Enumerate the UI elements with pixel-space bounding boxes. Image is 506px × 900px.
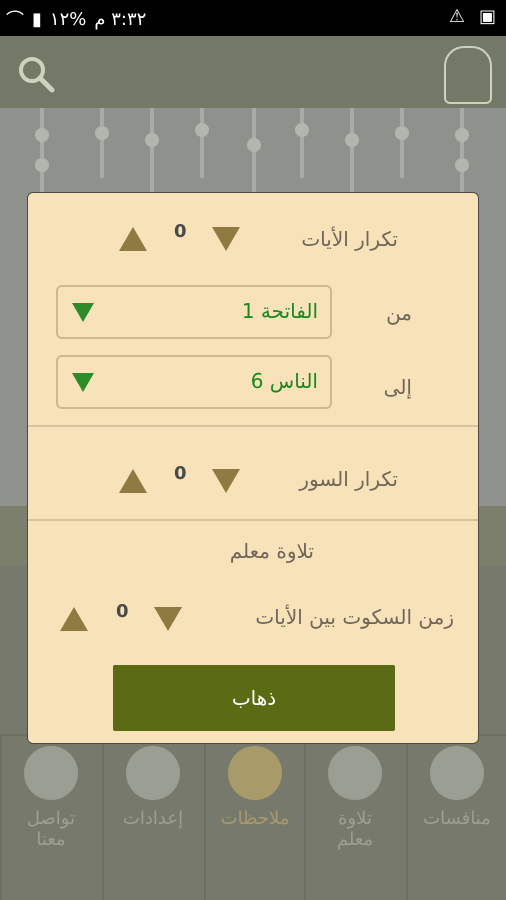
verse-repeat-count: 0	[174, 221, 187, 242]
surah-repeat-decrement[interactable]	[212, 469, 240, 493]
signal-icon: ▮	[32, 8, 42, 30]
verse-repeat-increment[interactable]	[119, 227, 147, 251]
ornament	[345, 108, 359, 192]
chevron-down-icon	[72, 373, 94, 392]
trophy-icon	[430, 746, 484, 800]
app-bar	[0, 36, 506, 108]
to-select[interactable]: الناس 6	[56, 355, 332, 409]
surah-repeat-label: تكرار السور	[299, 467, 398, 491]
to-label: إلى	[383, 375, 412, 399]
menu-label: تواصل معنا	[26, 808, 76, 850]
silence-increment[interactable]	[60, 607, 88, 631]
menu-label: إعدادات	[122, 808, 184, 829]
menu-label: منافسات	[423, 808, 491, 829]
menu-cell-teacher[interactable]: تلاوة معلم	[304, 734, 404, 900]
verse-repeat-decrement[interactable]	[212, 227, 240, 251]
teacher-recitation-label: تلاوة معلم	[229, 539, 314, 563]
warning-icon: ⚠	[448, 6, 465, 27]
chevron-down-icon	[72, 303, 94, 322]
menu-cell-notes[interactable]: ملاحظات	[204, 734, 304, 900]
ornament	[195, 108, 209, 178]
info-icon	[24, 746, 78, 800]
ornament	[145, 108, 159, 192]
wifi-icon: ⌒	[6, 10, 24, 31]
silence-count: 0	[116, 601, 129, 622]
menu-label: ملاحظات	[220, 808, 290, 829]
status-bar: ٣:٣٢ م %١٢ ▮ ⌒ ⚠ ▣	[0, 0, 506, 36]
ornament	[395, 108, 409, 178]
status-right: ⚠ ▣	[449, 6, 496, 27]
from-select[interactable]: الفاتحة 1	[56, 285, 332, 339]
gear-icon	[126, 746, 180, 800]
ornament	[455, 108, 469, 192]
silence-decrement[interactable]	[154, 607, 182, 631]
teacher-icon	[328, 746, 382, 800]
image-icon: ▣	[478, 6, 496, 27]
menu-cell-contact[interactable]: تواصل معنا	[0, 734, 100, 900]
menu-label: تلاوة معلم	[336, 808, 374, 850]
playback-settings-dialog: تكرار الأيات 0 من الفاتحة 1 إلى الناس 6 …	[27, 192, 479, 744]
ornament	[95, 108, 109, 178]
from-value: الفاتحة 1	[241, 299, 318, 323]
note-icon	[228, 746, 282, 800]
search-icon[interactable]	[16, 54, 56, 94]
divider	[28, 425, 478, 427]
app-logo	[444, 46, 492, 104]
to-value: الناس 6	[250, 369, 318, 393]
ornament	[247, 108, 261, 198]
ornament	[35, 108, 49, 192]
divider	[28, 519, 478, 521]
from-label: من	[386, 301, 412, 325]
status-left: ٣:٣٢ م %١٢ ▮ ⌒	[6, 6, 146, 32]
clock: ٣:٣٢ م	[94, 8, 147, 30]
ornament	[295, 108, 309, 178]
surah-repeat-increment[interactable]	[119, 469, 147, 493]
go-button[interactable]: ذهاب	[113, 665, 395, 731]
surah-repeat-count: 0	[174, 463, 187, 484]
menu-cell-competitions[interactable]: منافسات	[406, 734, 506, 900]
battery-text: %١٢	[49, 8, 87, 30]
menu-cell-settings[interactable]: إعدادات	[102, 734, 202, 900]
verse-repeat-label: تكرار الأيات	[301, 227, 398, 251]
silence-label: زمن السكوت بين الأيات	[255, 605, 454, 629]
